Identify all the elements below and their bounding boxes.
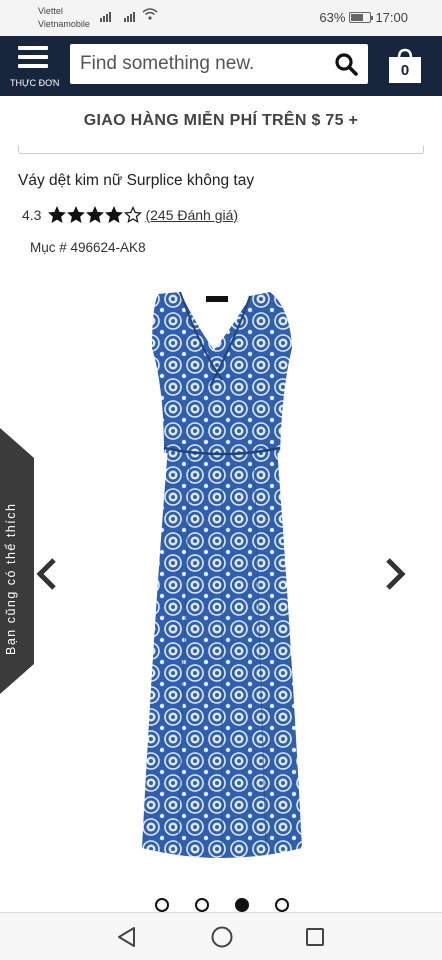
star-filled-icon xyxy=(86,206,105,223)
recent-apps-icon[interactable] xyxy=(305,927,325,947)
status-right: 63% 17:00 xyxy=(319,10,408,25)
status-bar: Viettel Vietnamobile 63% 17:00 xyxy=(0,0,442,36)
rating-value: 4.3 xyxy=(22,207,42,223)
cart-button[interactable]: 0 xyxy=(388,48,422,84)
signal-icon xyxy=(100,10,112,22)
battery-icon xyxy=(349,12,374,23)
menu-label: THỰC ĐƠN xyxy=(10,78,60,88)
back-icon[interactable] xyxy=(116,926,138,948)
reviews-link[interactable]: (245 Đánh giá) xyxy=(145,207,238,223)
carrier-name-1: Viettel xyxy=(38,6,63,16)
promo-divider xyxy=(18,146,424,154)
carrier-info: Viettel Vietnamobile xyxy=(38,5,90,31)
star-empty-icon xyxy=(124,206,143,223)
home-icon[interactable] xyxy=(210,925,234,949)
search-icon[interactable] xyxy=(334,52,358,76)
product-sku: Mục # 496624-AK8 xyxy=(30,240,146,255)
wifi-icon xyxy=(142,8,158,23)
search-box xyxy=(70,44,368,84)
site-header: THỰC ĐƠN 0 xyxy=(0,36,442,96)
prev-arrow-icon[interactable] xyxy=(34,556,58,592)
free-shipping-banner[interactable]: GIAO HÀNG MIỄN PHÍ TRÊN $ 75 + xyxy=(0,96,442,146)
android-nav-bar xyxy=(0,913,442,960)
star-filled-icon xyxy=(105,206,124,223)
carousel-dot[interactable] xyxy=(195,898,209,912)
carousel-pagination xyxy=(0,898,442,912)
star-filled-icon xyxy=(67,206,86,223)
carousel-dot[interactable] xyxy=(235,898,249,912)
hamburger-icon xyxy=(18,46,48,73)
search-input[interactable] xyxy=(80,44,330,84)
carousel-dot[interactable] xyxy=(155,898,169,912)
clock: 17:00 xyxy=(375,10,408,25)
next-arrow-icon[interactable] xyxy=(384,556,408,592)
star-rating xyxy=(48,206,143,224)
product-rating: 4.3 (245 Đánh giá) xyxy=(22,206,238,224)
cart-count: 0 xyxy=(400,62,410,79)
battery-percent: 63% xyxy=(319,10,346,25)
menu-button[interactable]: THỰC ĐƠN xyxy=(10,42,60,92)
carousel-dot[interactable] xyxy=(275,898,289,912)
star-filled-icon xyxy=(48,206,67,223)
signal-icon xyxy=(124,10,136,22)
carrier-name-2: Vietnamobile xyxy=(38,19,90,29)
product-image[interactable] xyxy=(140,288,305,863)
product-title: Váy dệt kim nữ Surplice không tay xyxy=(18,172,255,189)
side-tab-label: Bạn cũng có thể thích xyxy=(4,502,18,655)
